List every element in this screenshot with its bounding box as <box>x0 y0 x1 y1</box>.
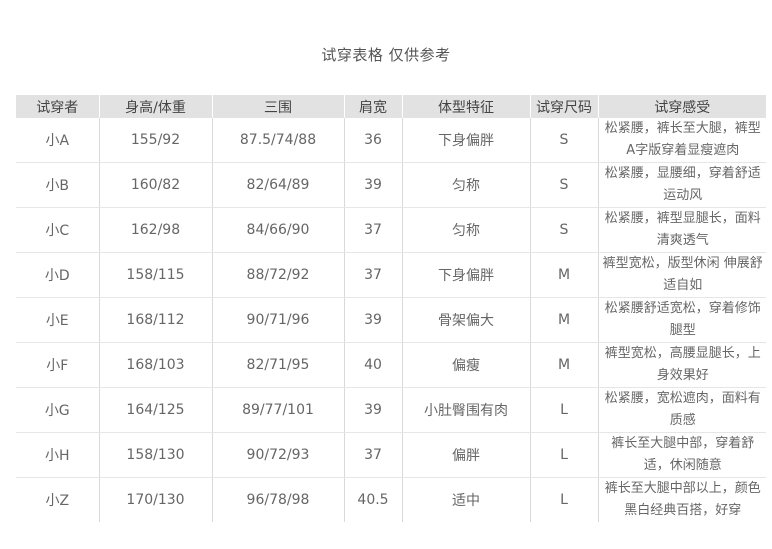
cell-feeling: 松紧腰，裤型显腿长，面料清爽透气 <box>597 207 766 253</box>
cell-shoulder: 39 <box>343 162 402 208</box>
feeling-text: 松紧腰，裤长至大腿，裤型A字版穿着显瘦遮肉 <box>604 121 761 158</box>
cell-size: L <box>529 477 598 522</box>
cell-measurements: 90/71/96 <box>211 297 344 343</box>
table-row: 小B 160/82 82/64/89 39 匀称 S 松紧腰，显腰细，穿着舒适运… <box>16 162 766 208</box>
cell-height-weight: 168/103 <box>98 342 212 388</box>
page-title: 试穿表格 仅供参考 <box>321 46 451 64</box>
header-size: 试穿尺码 <box>529 95 598 118</box>
cell-measurements: 82/64/89 <box>211 162 344 208</box>
cell-size: S <box>529 207 598 253</box>
cell-name: 小G <box>16 387 99 433</box>
cell-height-weight: 155/92 <box>98 118 212 163</box>
cell-measurements: 96/78/98 <box>211 477 344 522</box>
cell-shoulder: 40.5 <box>343 477 402 522</box>
cell-feeling: 裤型宽松，版型休闲 伸展舒适自如 <box>597 252 766 298</box>
feeling-text: 松紧腰，裤型显腿长，面料清爽透气 <box>604 211 761 248</box>
cell-feeling: 裤型宽松，高腰显腿长，上身效果好 <box>597 342 766 388</box>
cell-body-type: 骨架偏大 <box>401 297 530 343</box>
table-row: 小H 158/130 90/72/93 37 偏胖 L 裤长至大腿中部，穿着舒适… <box>16 432 766 478</box>
cell-measurements: 87.5/74/88 <box>211 118 344 163</box>
cell-feeling: 松紧腰，裤长至大腿，裤型A字版穿着显瘦遮肉 <box>597 118 766 163</box>
cell-height-weight: 158/130 <box>98 432 212 478</box>
cell-shoulder: 36 <box>343 118 402 163</box>
cell-size: M <box>529 252 598 298</box>
header-shoulder: 肩宽 <box>343 95 402 118</box>
cell-name: 小A <box>16 118 99 163</box>
cell-size: L <box>529 387 598 433</box>
cell-body-type: 下身偏胖 <box>401 118 530 163</box>
header-body-type: 体型特征 <box>401 95 530 118</box>
table-row: 小Z 170/130 96/78/98 40.5 适中 L 裤长至大腿中部以上，… <box>16 477 766 522</box>
cell-height-weight: 160/82 <box>98 162 212 208</box>
cell-height-weight: 162/98 <box>98 207 212 253</box>
cell-height-weight: 170/130 <box>98 477 212 522</box>
cell-feeling: 松紧腰，显腰细，穿着舒适运动风 <box>597 162 766 208</box>
cell-shoulder: 39 <box>343 297 402 343</box>
cell-body-type: 适中 <box>401 477 530 522</box>
cell-body-type: 匀称 <box>401 162 530 208</box>
table-row: 小G 164/125 89/77/101 39 小肚臀围有肉 L 松紧腰，宽松遮… <box>16 387 766 433</box>
cell-size: L <box>529 432 598 478</box>
cell-name: 小H <box>16 432 99 478</box>
cell-measurements: 90/72/93 <box>211 432 344 478</box>
cell-body-type: 下身偏胖 <box>401 252 530 298</box>
cell-size: S <box>529 162 598 208</box>
cell-name: 小C <box>16 207 99 253</box>
cell-height-weight: 158/115 <box>98 252 212 298</box>
header-measurements: 三围 <box>211 95 344 118</box>
feeling-text: 裤型宽松，高腰显腿长，上身效果好 <box>604 346 761 383</box>
header-height-weight: 身高/体重 <box>98 95 212 118</box>
table-row: 小D 158/115 88/72/92 37 下身偏胖 M 裤型宽松，版型休闲 … <box>16 252 766 298</box>
header-feeling: 试穿感受 <box>597 95 766 118</box>
cell-body-type: 偏胖 <box>401 432 530 478</box>
header-tester: 试穿者 <box>16 95 99 118</box>
cell-measurements: 82/71/95 <box>211 342 344 388</box>
table-row: 小A 155/92 87.5/74/88 36 下身偏胖 S 松紧腰，裤长至大腿… <box>16 118 766 163</box>
feeling-text: 裤型宽松，版型休闲 伸展舒适自如 <box>602 256 763 293</box>
cell-name: 小Z <box>45 493 70 509</box>
table-row: 小F 168/103 82/71/95 40 偏瘦 M 裤型宽松，高腰显腿长，上… <box>16 342 766 388</box>
feeling-text: 裤长至大腿中部，穿着舒适，休闲随意 <box>611 436 755 473</box>
cell-feeling: 裤长至大腿中部，穿着舒适，休闲随意 <box>597 432 766 478</box>
table-row: 小E 168/112 90/71/96 39 骨架偏大 M 松紧腰舒适宽松，穿着… <box>16 297 766 343</box>
cell-size: M <box>529 342 598 388</box>
cell-name: 小B <box>16 162 99 208</box>
cell-feeling: 松紧腰，宽松遮肉，面料有质感 <box>597 387 766 433</box>
cell-size: M <box>529 297 598 343</box>
cell-height-weight: 168/112 <box>98 297 212 343</box>
cell-shoulder: 40 <box>343 342 402 388</box>
feeling-text: 松紧腰，宽松遮肉，面料有质感 <box>604 391 761 428</box>
cell-measurements: 84/66/90 <box>211 207 344 253</box>
cell-body-type: 偏瘦 <box>401 342 530 388</box>
cell-name: 小E <box>16 297 99 343</box>
feeling-text: 松紧腰舒适宽松，穿着修饰腿型 <box>604 301 761 338</box>
table-row: 小C 162/98 84/66/90 37 匀称 S 松紧腰，裤型显腿长，面料清… <box>16 207 766 253</box>
cell-name: 小F <box>16 342 99 388</box>
feeling-text: 松紧腰，显腰细，穿着舒适运动风 <box>604 166 761 203</box>
cell-measurements: 88/72/92 <box>211 252 344 298</box>
table-header-row: 试穿者 身高/体重 三围 肩宽 体型特征 试穿尺码 试穿感受 <box>16 95 766 118</box>
cell-feeling: 松紧腰舒适宽松，穿着修饰腿型 <box>597 297 766 343</box>
cell-shoulder: 37 <box>343 432 402 478</box>
cell-body-type: 小肚臀围有肉 <box>401 387 530 433</box>
cell-shoulder: 37 <box>343 252 402 298</box>
fitting-table: 试穿者 身高/体重 三围 肩宽 体型特征 试穿尺码 试穿感受 小A 155/92… <box>16 95 766 522</box>
cell-height-weight: 164/125 <box>98 387 212 433</box>
cell-feeling: 裤长至大腿中部以上，颜色黑白经典百搭，好穿 <box>597 477 766 522</box>
cell-measurements: 89/77/101 <box>211 387 344 433</box>
cell-body-type: 匀称 <box>401 207 530 253</box>
cell-size: S <box>529 118 598 163</box>
cell-shoulder: 39 <box>343 387 402 433</box>
cell-name: 小D <box>16 252 99 298</box>
feeling-text: 裤长至大腿中部以上，颜色黑白经典百搭，好穿 <box>604 481 761 518</box>
cell-shoulder: 37 <box>343 207 402 253</box>
